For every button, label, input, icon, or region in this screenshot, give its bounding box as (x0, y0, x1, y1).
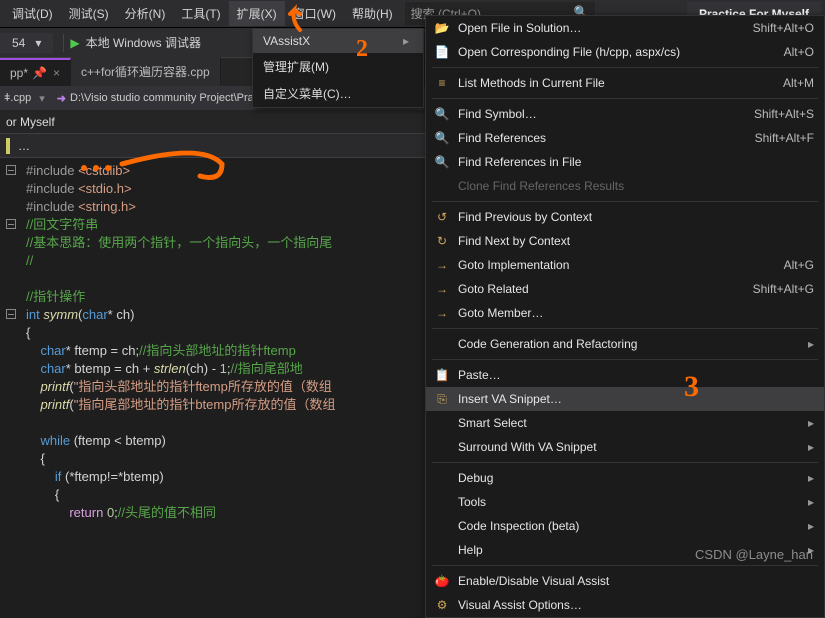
shortcut-label: Alt+M (783, 76, 814, 90)
shortcut-label: Shift+Alt+O (753, 21, 814, 35)
context-menu-item[interactable]: →Goto Member… (426, 301, 824, 325)
context-menu-item[interactable]: 📋Paste… (426, 363, 824, 387)
menu-item-icon: → (432, 281, 452, 297)
menu-item-icon (432, 439, 452, 455)
context-menu-item[interactable]: ↻Find Next by Context (426, 229, 824, 253)
context-menu-item[interactable]: →Goto ImplementationAlt+G (426, 253, 824, 277)
menu-item-icon (432, 542, 452, 558)
chevron-right-icon: ▸ (808, 337, 814, 351)
pin-icon[interactable]: 📌 (32, 66, 47, 80)
menu-item[interactable]: 调试(D) (4, 1, 61, 26)
menu-item-icon (432, 336, 452, 352)
menu-item[interactable]: 扩展(X) (229, 1, 285, 26)
menu-item-icon: ≡ (432, 75, 452, 91)
config-combo[interactable]: 54 ▾ (0, 33, 53, 53)
shortcut-label: Shift+Alt+S (754, 107, 814, 121)
context-menu-item[interactable]: 🔍Find References in File (426, 150, 824, 174)
menu-item-icon: 🔍 (432, 154, 452, 170)
submenu-item[interactable]: VAssistX▸ (253, 29, 423, 53)
menu-item-icon (432, 494, 452, 510)
menu-item-icon: 📋 (432, 367, 452, 383)
context-menu-item[interactable]: 🔍Find Symbol…Shift+Alt+S (426, 102, 824, 126)
breadcrumb-file[interactable]: ǂ.cpp (4, 92, 31, 104)
context-menu-item[interactable]: Surround With VA Snippet▸ (426, 435, 824, 459)
chevron-right-icon: ▸ (808, 471, 814, 485)
shortcut-label: Shift+Alt+G (753, 282, 814, 296)
menu-item-icon: ↻ (432, 233, 452, 249)
context-menu-item[interactable]: 🔍Find ReferencesShift+Alt+F (426, 126, 824, 150)
menu-item-icon: 📂 (432, 20, 452, 36)
extensions-submenu: VAssistX▸管理扩展(M)自定义菜单(C)… (252, 28, 424, 108)
nav-arrow-icon[interactable]: ➜ (57, 92, 66, 105)
menu-item-icon: 🍅 (432, 573, 452, 589)
menu-item-icon: 📄 (432, 44, 452, 60)
context-menu-item[interactable]: ↺Find Previous by Context (426, 205, 824, 229)
context-menu-item[interactable]: Tools▸ (426, 490, 824, 514)
menu-item[interactable]: 帮助(H) (344, 1, 401, 26)
shortcut-label: Alt+G (784, 258, 814, 272)
file-tab[interactable]: c++for循环遍历容器.cpp (71, 57, 221, 86)
watermark: CSDN @Layne_han (695, 547, 813, 562)
menu-item[interactable]: 测试(S) (61, 1, 117, 26)
menu-item-icon: → (432, 305, 452, 321)
menu-item[interactable]: 分析(N) (117, 1, 174, 26)
fold-minus-icon[interactable] (6, 309, 16, 319)
chevron-right-icon: ▸ (808, 495, 814, 509)
fold-minus-icon[interactable] (6, 165, 16, 175)
menu-item-icon (432, 415, 452, 431)
context-menu-item[interactable]: →Goto RelatedShift+Alt+G (426, 277, 824, 301)
menu-item-icon: 🔍 (432, 130, 452, 146)
menu-item-icon (432, 178, 452, 194)
chevron-right-icon: ▸ (808, 416, 814, 430)
play-icon[interactable]: ▶ (70, 36, 79, 50)
chevron-right-icon: ▸ (403, 34, 409, 48)
context-menu-item[interactable]: 📂Open File in Solution…Shift+Alt+O (426, 16, 824, 40)
vassistx-context-menu: 📂Open File in Solution…Shift+Alt+O📄Open … (425, 15, 825, 618)
menu-item-icon (432, 470, 452, 486)
menu-item-icon: ⚙ (432, 597, 452, 613)
shortcut-label: Alt+O (784, 45, 814, 59)
chevron-right-icon: ▸ (808, 440, 814, 454)
menu-item-icon: ↺ (432, 209, 452, 225)
file-tab[interactable]: pp*📌× (0, 58, 71, 86)
context-menu-item[interactable]: 🍅Enable/Disable Visual Assist (426, 569, 824, 593)
menu-item-icon: → (432, 257, 452, 273)
close-icon[interactable]: × (53, 66, 60, 80)
menu-item[interactable]: 窗口(W) (285, 1, 344, 26)
run-target[interactable]: 本地 Windows 调试器 (86, 34, 201, 51)
fold-minus-icon[interactable] (6, 219, 16, 229)
context-menu-item[interactable]: Code Generation and Refactoring▸ (426, 332, 824, 356)
chevron-right-icon: ▸ (808, 519, 814, 533)
context-menu-item[interactable]: Code Inspection (beta)▸ (426, 514, 824, 538)
submenu-item[interactable]: 自定义菜单(C)… (253, 80, 423, 107)
context-menu-item[interactable]: Debug▸ (426, 466, 824, 490)
shortcut-label: Shift+Alt+F (755, 131, 814, 145)
menu-item-icon: ⎘ (432, 391, 452, 407)
context-menu-item[interactable]: ⎘Insert VA Snippet… (426, 387, 824, 411)
context-menu-item: Clone Find References Results (426, 174, 824, 198)
context-menu-item[interactable]: ⚙Visual Assist Options… (426, 593, 824, 617)
submenu-item[interactable]: 管理扩展(M) (253, 53, 423, 80)
menu-item-icon: 🔍 (432, 106, 452, 122)
context-menu-item[interactable]: Smart Select▸ (426, 411, 824, 435)
menu-item-icon (432, 518, 452, 534)
menu-item[interactable]: 工具(T) (173, 1, 228, 26)
context-menu-item[interactable]: ≡List Methods in Current FileAlt+M (426, 71, 824, 95)
context-menu-item[interactable]: 📄Open Corresponding File (h/cpp, aspx/cs… (426, 40, 824, 64)
